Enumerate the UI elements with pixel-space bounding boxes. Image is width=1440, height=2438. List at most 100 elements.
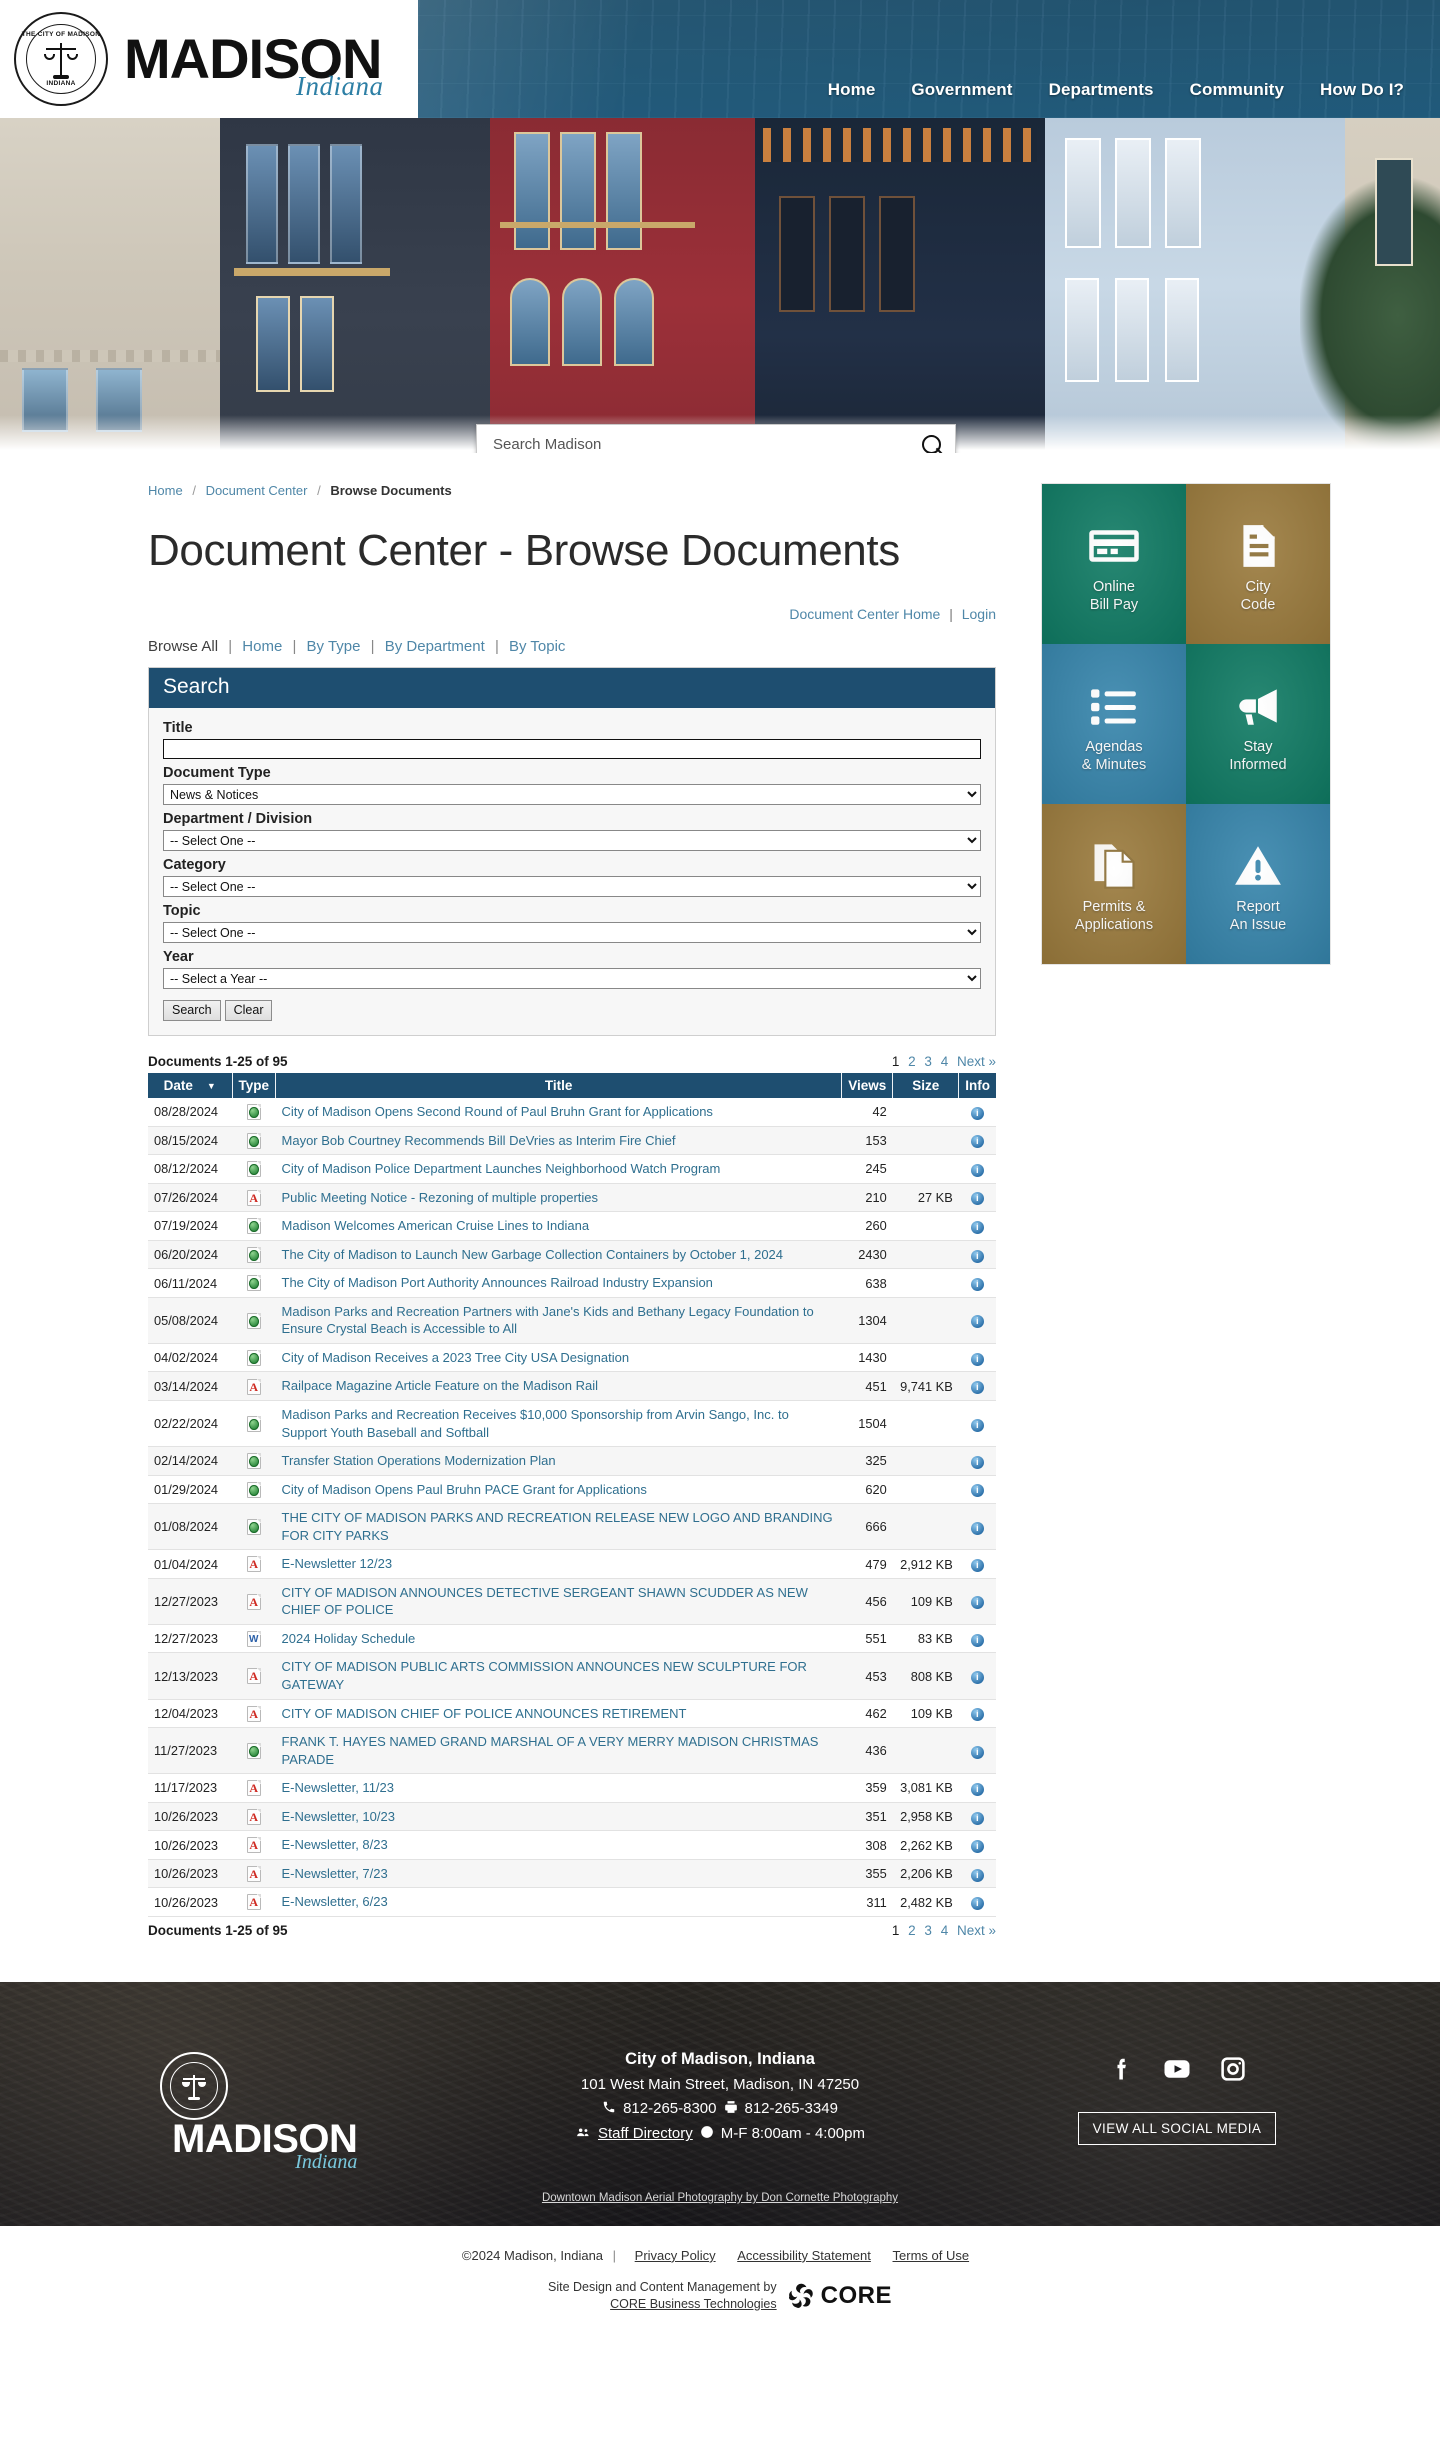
core-business-technologies-link[interactable]: CORE Business Technologies [610, 2297, 777, 2311]
info-icon[interactable]: i [970, 1671, 984, 1685]
info-icon[interactable]: i [970, 1135, 984, 1149]
search-button[interactable]: Search [163, 1000, 221, 1021]
info-icon[interactable]: i [970, 1455, 984, 1469]
quick-link-tile-stay-informed[interactable]: Stay Informed [1186, 644, 1330, 804]
document-title-link[interactable]: Madison Parks and Recreation Partners wi… [282, 1304, 814, 1337]
quick-link-tile-online-bill-pay[interactable]: Online Bill Pay [1042, 484, 1186, 644]
info-icon[interactable]: i [970, 1559, 984, 1573]
site-search-box[interactable] [476, 424, 956, 453]
document-title-link[interactable]: Railpace Magazine Article Feature on the… [282, 1378, 599, 1393]
breadcrumb-item-home[interactable]: Home [148, 483, 183, 498]
search-icon[interactable] [921, 434, 943, 453]
site-logo[interactable]: THE CITY OF MADISON INDIANA MADISON Indi… [0, 0, 418, 118]
document-center-home-link[interactable]: Document Center Home [789, 606, 940, 622]
nav-item-departments[interactable]: Departments [1049, 80, 1154, 100]
info-icon[interactable]: i [970, 1249, 984, 1263]
instagram-icon[interactable] [1216, 2052, 1250, 2086]
next-page-link[interactable]: Next » [957, 1054, 996, 1069]
document-title-link[interactable]: Public Meeting Notice - Rezoning of mult… [282, 1190, 599, 1205]
browse-item-by-topic[interactable]: By Topic [509, 638, 565, 655]
quick-link-tile-agendas-minutes[interactable]: Agendas & Minutes [1042, 644, 1186, 804]
document-title-link[interactable]: City of Madison Police Department Launch… [282, 1161, 721, 1176]
nav-item-community[interactable]: Community [1190, 80, 1284, 100]
info-icon[interactable]: i [970, 1278, 984, 1292]
footer-logo[interactable]: MADISON Indiana [98, 2030, 428, 2173]
document-title-link[interactable]: E-Newsletter, 10/23 [282, 1809, 395, 1824]
document-type-select[interactable]: News & Notices [163, 784, 981, 805]
document-title-link[interactable]: CITY OF MADISON PUBLIC ARTS COMMISSION A… [282, 1659, 807, 1692]
page-3-link[interactable]: 3 [924, 1054, 932, 1069]
accessibility-statement-link[interactable]: Accessibility Statement [737, 2248, 871, 2263]
nav-item-home[interactable]: Home [828, 80, 876, 100]
browse-item-by-type[interactable]: By Type [307, 638, 361, 655]
quick-link-tile-permits-applications[interactable]: Permits & Applications [1042, 804, 1186, 964]
category-select[interactable]: -- Select One -- [163, 876, 981, 897]
next-page-link[interactable]: Next » [957, 1923, 996, 1938]
info-icon[interactable]: i [970, 1596, 984, 1610]
document-title-link[interactable]: The City of Madison Port Authority Annou… [282, 1275, 713, 1290]
document-title-link[interactable]: Madison Parks and Recreation Receives $1… [282, 1407, 789, 1440]
info-icon[interactable]: i [970, 1708, 984, 1722]
document-title-link[interactable]: The City of Madison to Launch New Garbag… [282, 1247, 784, 1262]
browse-item-by-department[interactable]: By Department [385, 638, 485, 655]
quick-link-tile-report-an-issue[interactable]: Report An Issue [1186, 804, 1330, 964]
privacy-policy-link[interactable]: Privacy Policy [635, 2248, 716, 2263]
clear-button[interactable]: Clear [224, 1000, 273, 1021]
info-icon[interactable]: i [970, 1418, 984, 1432]
facebook-icon[interactable] [1104, 2052, 1138, 2086]
info-icon[interactable]: i [970, 1381, 984, 1395]
document-title-link[interactable]: FRANK T. HAYES NAMED GRAND MARSHAL OF A … [282, 1734, 819, 1767]
column-header-size[interactable]: Size [892, 1073, 960, 1098]
document-title-link[interactable]: City of Madison Opens Paul Bruhn PACE Gr… [282, 1482, 647, 1497]
page-2-link[interactable]: 2 [908, 1054, 916, 1069]
info-icon[interactable]: i [970, 1192, 984, 1206]
page-4-link[interactable]: 4 [941, 1054, 949, 1069]
info-icon[interactable]: i [970, 1484, 984, 1498]
title-input[interactable] [163, 739, 981, 759]
column-header-views[interactable]: Views [841, 1073, 894, 1098]
document-title-link[interactable]: E-Newsletter 12/23 [282, 1556, 393, 1571]
document-title-link[interactable]: E-Newsletter, 7/23 [282, 1866, 388, 1881]
browse-item-home[interactable]: Home [242, 638, 282, 655]
youtube-icon[interactable] [1160, 2052, 1194, 2086]
nav-item-government[interactable]: Government [911, 80, 1012, 100]
column-header-date[interactable]: Date ▼ [148, 1073, 233, 1098]
info-icon[interactable]: i [970, 1897, 984, 1911]
document-title-link[interactable]: CITY OF MADISON ANNOUNCES DETECTIVE SERG… [282, 1585, 808, 1618]
document-title-link[interactable]: Transfer Station Operations Modernizatio… [282, 1453, 556, 1468]
year-select[interactable]: -- Select a Year -- [163, 968, 981, 989]
quick-link-tile-city-code[interactable]: City Code [1186, 484, 1330, 644]
document-title-link[interactable]: THE CITY OF MADISON PARKS AND RECREATION… [282, 1510, 833, 1543]
document-title-link[interactable]: City of Madison Receives a 2023 Tree Cit… [282, 1350, 630, 1365]
info-icon[interactable]: i [970, 1521, 984, 1535]
page-2-link[interactable]: 2 [908, 1923, 916, 1938]
document-title-link[interactable]: City of Madison Opens Second Round of Pa… [282, 1104, 713, 1119]
column-header-title[interactable]: Title [275, 1073, 843, 1098]
info-icon[interactable]: i [970, 1811, 984, 1825]
terms-of-use-link[interactable]: Terms of Use [893, 2248, 970, 2263]
staff-directory-link[interactable]: Staff Directory [598, 2125, 693, 2142]
department-division-select[interactable]: -- Select One -- [163, 830, 981, 851]
document-title-link[interactable]: Madison Welcomes American Cruise Lines t… [282, 1218, 590, 1233]
info-icon[interactable]: i [970, 1745, 984, 1759]
info-icon[interactable]: i [970, 1782, 984, 1796]
photo-credit-link[interactable]: Downtown Madison Aerial Photography by D… [542, 2192, 898, 2204]
document-title-link[interactable]: 2024 Holiday Schedule [282, 1631, 416, 1646]
search-input[interactable] [491, 435, 921, 453]
page-3-link[interactable]: 3 [924, 1923, 932, 1938]
info-icon[interactable]: i [970, 1163, 984, 1177]
document-title-link[interactable]: E-Newsletter, 8/23 [282, 1837, 388, 1852]
info-icon[interactable]: i [970, 1633, 984, 1647]
column-header-type[interactable]: Type [232, 1073, 277, 1098]
topic-select[interactable]: -- Select One -- [163, 922, 981, 943]
info-icon[interactable]: i [970, 1352, 984, 1366]
nav-item-how-do-i[interactable]: How Do I? [1320, 80, 1404, 100]
document-title-link[interactable]: CITY OF MADISON CHIEF OF POLICE ANNOUNCE… [282, 1706, 687, 1721]
info-icon[interactable]: i [970, 1840, 984, 1854]
page-4-link[interactable]: 4 [941, 1923, 949, 1938]
document-title-link[interactable]: E-Newsletter, 6/23 [282, 1894, 388, 1909]
login-link[interactable]: Login [962, 606, 996, 622]
info-icon[interactable]: i [970, 1315, 984, 1329]
breadcrumb-item-document-center[interactable]: Document Center [206, 483, 308, 498]
document-title-link[interactable]: Mayor Bob Courtney Recommends Bill DeVri… [282, 1133, 676, 1148]
